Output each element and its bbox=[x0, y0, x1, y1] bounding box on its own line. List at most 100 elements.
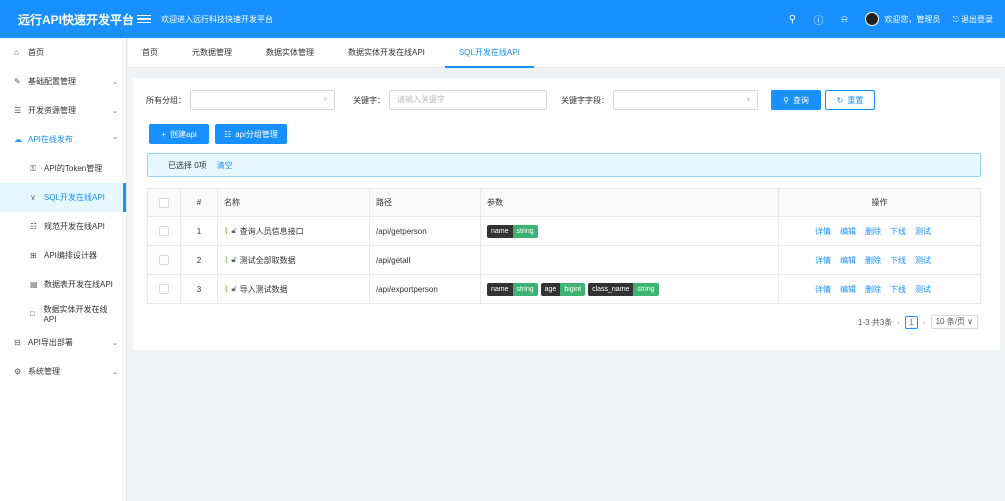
api-group-button[interactable]: ☷ api分组管理 bbox=[215, 124, 287, 144]
logout-button[interactable]: ⎋ 退出登录 bbox=[952, 14, 993, 25]
row-no: 3 bbox=[181, 275, 218, 303]
help-icon[interactable]: ⓘ bbox=[805, 12, 831, 27]
group-select[interactable]: ∨ bbox=[190, 90, 335, 110]
sidebar-item-label: 首页 bbox=[28, 48, 44, 57]
row-name: 导入测试数据 bbox=[239, 284, 288, 294]
row-path: /api/exportperson bbox=[370, 275, 481, 303]
tab-entity-api[interactable]: 数据实体开发在线API bbox=[348, 38, 425, 68]
user-greeting[interactable]: 欢迎您，管理员 bbox=[884, 14, 940, 25]
chevron-down-icon: ⌄ bbox=[112, 78, 118, 86]
sidebar-item-dev-resources[interactable]: ☰ 开发资源管理 ⌄ bbox=[0, 96, 126, 125]
create-api-button[interactable]: + 创建api bbox=[149, 124, 209, 144]
sidebar-item-basic-config[interactable]: ✎ 基础配置管理 ⌄ bbox=[0, 67, 126, 96]
field-select[interactable]: ∨ bbox=[613, 90, 758, 110]
sidebar-item-home[interactable]: ⌂ 首页 bbox=[0, 38, 126, 67]
menu-toggle-icon[interactable] bbox=[137, 14, 151, 24]
row-checkbox[interactable] bbox=[159, 255, 169, 265]
detail-link[interactable]: 详情 bbox=[815, 255, 831, 266]
next-page-icon[interactable]: › bbox=[923, 318, 926, 327]
test-link[interactable]: 测试 bbox=[915, 255, 931, 266]
row-checkbox[interactable] bbox=[159, 226, 169, 236]
test-link[interactable]: 测试 bbox=[915, 226, 931, 237]
key-icon: ⚿ bbox=[30, 163, 37, 173]
test-link[interactable]: 测试 bbox=[915, 284, 931, 295]
delete-link[interactable]: 删除 bbox=[865, 284, 881, 295]
search-icon: ⚲ bbox=[783, 95, 789, 105]
table-header: # 名称 路径 参数 操作 bbox=[147, 189, 981, 217]
offline-link[interactable]: 下线 bbox=[890, 255, 906, 266]
avatar[interactable] bbox=[865, 12, 880, 26]
page-size-select[interactable]: 10 条/页 ∨ bbox=[930, 315, 978, 329]
sidebar-item-sql-api[interactable]: ⋎ SQL开发在线API bbox=[0, 183, 126, 212]
page-number[interactable]: 1 bbox=[904, 315, 918, 329]
sidebar-item-label: 开发资源管理 bbox=[28, 106, 76, 115]
reset-button[interactable]: ↻ 重置 bbox=[825, 90, 875, 110]
header-params: 参数 bbox=[481, 189, 779, 216]
keyword-input[interactable]: 请输入关键字 bbox=[389, 90, 547, 110]
delete-link[interactable]: 删除 bbox=[865, 255, 881, 266]
tab-home[interactable]: 首页 bbox=[142, 38, 158, 68]
offline-link[interactable]: 下线 bbox=[890, 284, 906, 295]
filter-bar: 所有分组： ∨ 关键字： 请输入关键字 关键字字段： ∨ ⚲ 查询 ↻ 重置 bbox=[146, 90, 875, 110]
page-size-label: 10 条/页 bbox=[935, 317, 965, 326]
tab-entity[interactable]: 数据实体管理 bbox=[266, 38, 314, 68]
row-path: /api/getperson bbox=[370, 217, 481, 245]
table-icon: ▤ bbox=[30, 280, 38, 289]
param-name: class_name bbox=[588, 282, 634, 296]
api-table: # 名称 路径 参数 操作 1 ⌇ 🔓︎ 查询人员信息接口 /api/getpers… bbox=[147, 188, 981, 304]
branch-icon: ⋎ bbox=[30, 193, 36, 202]
sidebar-item-api-designer[interactable]: ⊞ API编排设计器 bbox=[0, 241, 126, 270]
sidebar-item-table-api[interactable]: ▤ 数据表开发在线API bbox=[0, 270, 126, 299]
row-checkbox[interactable] bbox=[159, 284, 169, 294]
delete-link[interactable]: 删除 bbox=[865, 226, 881, 237]
pagination-total: 1-3 共3条 bbox=[858, 317, 893, 327]
unlock-icon: 🔓︎ bbox=[231, 284, 237, 293]
tool-icon: ✎ bbox=[14, 77, 21, 86]
pagination: 1-3 共3条 ‹ 1 › 10 条/页 ∨ bbox=[858, 315, 978, 329]
row-params: name string age bigint class_name string bbox=[481, 275, 779, 303]
sidebar-item-entity-api[interactable]: □ 数据实体开发在线API bbox=[0, 299, 126, 328]
sidebar-item-api-publish[interactable]: ☁ API在线发布 ⌃ bbox=[0, 125, 126, 154]
sidebar-item-token[interactable]: ⚿ API的Token管理 bbox=[0, 154, 126, 183]
sidebar-item-spec-api[interactable]: ☷ 规范开发在线API bbox=[0, 212, 126, 241]
edit-link[interactable]: 编辑 bbox=[840, 255, 856, 266]
tab-bar: 首页 元数据管理 数据实体管理 数据实体开发在线API SQL开发在线API bbox=[128, 38, 1005, 68]
chevron-down-icon: ∨ bbox=[322, 96, 328, 103]
action-bar: + 创建api ☷ api分组管理 bbox=[149, 124, 287, 144]
header-ops: 操作 bbox=[779, 189, 981, 216]
unlock-icon: 🔓︎ bbox=[231, 226, 237, 235]
row-name-cell: ⌇ 🔓︎ 查询人员信息接口 bbox=[218, 217, 370, 245]
logout-label: 退出登录 bbox=[961, 14, 993, 24]
create-api-label: 创建api bbox=[169, 129, 197, 139]
param-tag: name string bbox=[487, 224, 538, 238]
search-icon[interactable]: ⚲ bbox=[779, 14, 805, 25]
row-no: 2 bbox=[181, 246, 218, 274]
chevron-down-icon: ∨ bbox=[745, 96, 751, 103]
edit-link[interactable]: 编辑 bbox=[840, 226, 856, 237]
doc-icon: ☷ bbox=[30, 222, 38, 231]
edit-link[interactable]: 编辑 bbox=[840, 284, 856, 295]
sidebar-item-label: 基础配置管理 bbox=[28, 77, 76, 86]
prev-page-icon[interactable]: ‹ bbox=[897, 318, 900, 327]
bell-icon[interactable]: ⍾ bbox=[831, 14, 857, 25]
tab-sql-api[interactable]: SQL开发在线API bbox=[444, 38, 534, 68]
group-icon: ☷ bbox=[224, 129, 232, 139]
field-label: 关键字字段： bbox=[561, 95, 609, 105]
top-bar: 远行API快速开发平台 欢迎进入远行科技快速开发平台 ⚲ ⓘ ⍾ 欢迎您，管理员… bbox=[0, 0, 1005, 38]
sidebar-item-label: SQL开发在线API bbox=[44, 193, 105, 202]
search-button-label: 查询 bbox=[792, 95, 809, 105]
sidebar-item-label: 规范开发在线API bbox=[44, 222, 105, 231]
sidebar: ⌂ 首页 ✎ 基础配置管理 ⌄ ☰ 开发资源管理 ⌄ ☁ API在线发布 ⌃ ⚿ API的Tok… bbox=[0, 38, 127, 501]
detail-link[interactable]: 详情 bbox=[815, 226, 831, 237]
tab-metadata[interactable]: 元数据管理 bbox=[192, 38, 232, 68]
param-type: bigint bbox=[560, 282, 586, 296]
clear-selection-link[interactable]: 清空 bbox=[217, 160, 233, 171]
sidebar-item-api-export[interactable]: ⊟ API导出部署 ⌄ bbox=[0, 328, 126, 357]
param-tag: name string bbox=[487, 282, 538, 296]
offline-link[interactable]: 下线 bbox=[890, 226, 906, 237]
header-checkbox-cell bbox=[147, 189, 181, 216]
select-all-checkbox[interactable] bbox=[159, 197, 169, 208]
search-button[interactable]: ⚲ 查询 bbox=[771, 90, 821, 110]
detail-link[interactable]: 详情 bbox=[815, 284, 831, 295]
sidebar-item-system[interactable]: ⚙ 系统管理 ⌄ bbox=[0, 357, 126, 386]
